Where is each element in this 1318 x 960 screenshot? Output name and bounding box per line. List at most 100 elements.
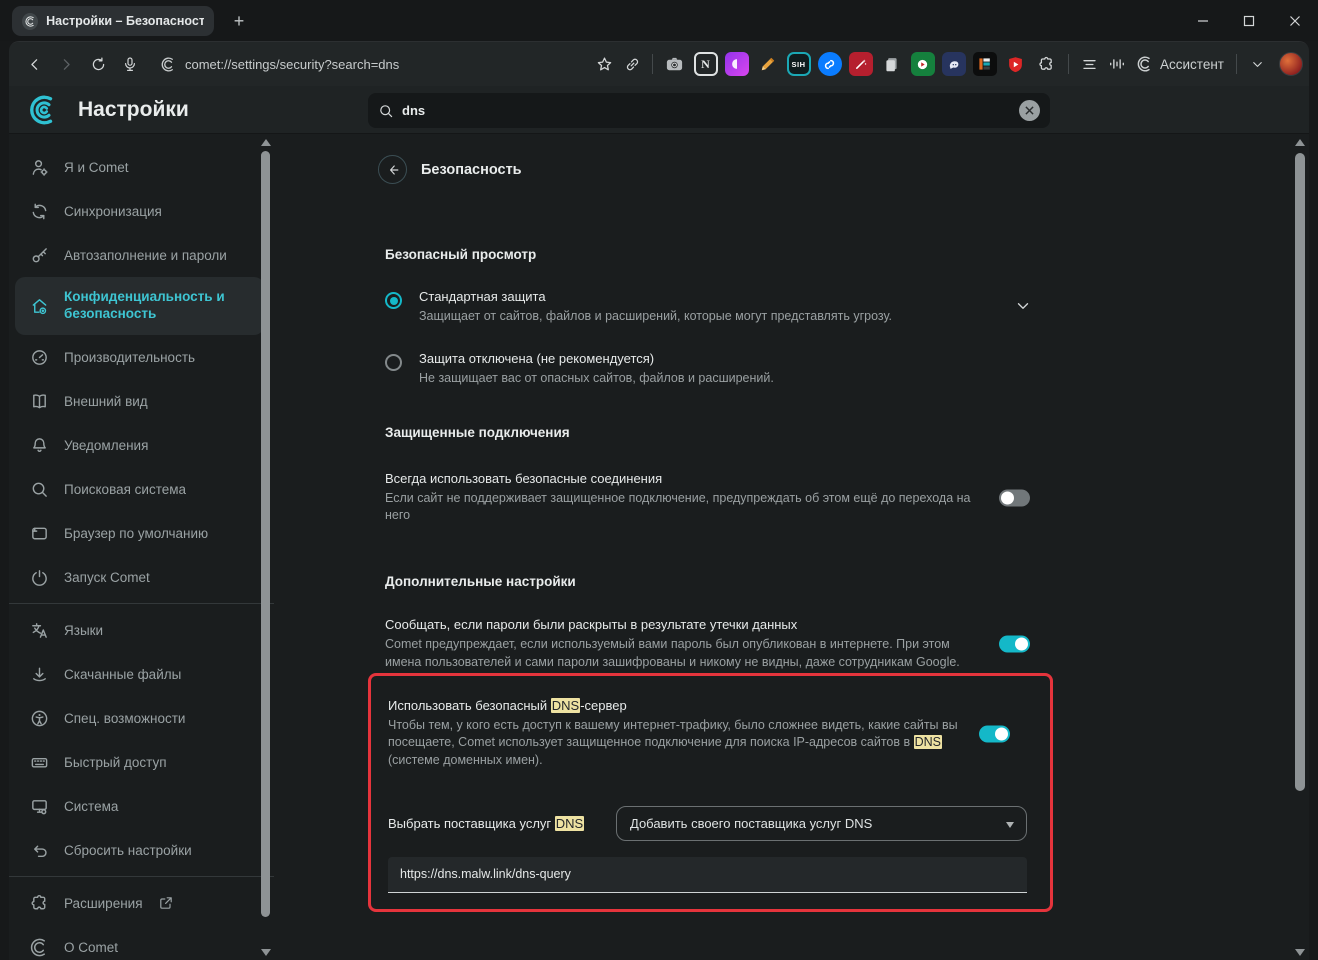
- pencil-icon[interactable]: [756, 52, 780, 76]
- sidebar-item-startup[interactable]: Запуск Comet: [9, 555, 274, 599]
- purple-app-icon[interactable]: [725, 52, 749, 76]
- secure-dns-title: Использовать безопасный DNS-сервер: [388, 698, 988, 713]
- https-only-toggle[interactable]: [999, 489, 1030, 506]
- radio-standard-protection[interactable]: [385, 292, 402, 309]
- window-body: comet://settings/security?search=dns N S…: [9, 41, 1309, 960]
- notion-icon[interactable]: N: [694, 52, 718, 76]
- secure-dns-row: Использовать безопасный DNS-сервер Чтобы…: [371, 698, 1050, 770]
- voice-equalizer-icon[interactable]: [1103, 50, 1131, 78]
- reading-list-icon[interactable]: [1075, 50, 1103, 78]
- settings-content: Я и Comet Синхронизация Автозаполнение и…: [9, 135, 1309, 960]
- standard-protection-title: Стандартная защита: [419, 289, 892, 304]
- sih-icon[interactable]: SIH: [787, 52, 811, 76]
- dns-provider-dropdown[interactable]: Добавить своего поставщика услуг DNS: [616, 806, 1027, 841]
- sidebar-item-notifications[interactable]: Уведомления: [9, 423, 274, 467]
- magic-wand-icon[interactable]: [849, 52, 873, 76]
- copy-link-icon[interactable]: [618, 50, 646, 78]
- back-nav-icon[interactable]: [19, 49, 49, 79]
- bookmark-star-icon[interactable]: [590, 50, 618, 78]
- comet-site-icon: [161, 57, 176, 72]
- settings-search-input[interactable]: [402, 103, 1019, 118]
- scroll-up-arrow-icon[interactable]: [1295, 139, 1305, 146]
- search-icon: [378, 103, 394, 119]
- sidebar-divider: [9, 603, 274, 604]
- sidebar-item-quick-access[interactable]: Быстрый доступ: [9, 740, 274, 784]
- documents-icon[interactable]: [880, 52, 904, 76]
- sidebar-item-autofill-passwords[interactable]: Автозаполнение и пароли: [9, 233, 274, 277]
- title-bar: Настройки – Безопасность +: [0, 0, 1318, 41]
- sidebar-scrollbar-thumb[interactable]: [261, 151, 270, 917]
- https-only-row: Всегда использовать безопасные соединени…: [368, 471, 1056, 526]
- minimize-button[interactable]: [1180, 0, 1226, 41]
- dns-provider-label: Выбрать поставщика услуг DNS: [388, 816, 616, 831]
- dropdown-caret-icon: [1006, 822, 1014, 828]
- dns-provider-selected-value: Добавить своего поставщика услуг DNS: [630, 816, 872, 831]
- sidebar-item-appearance[interactable]: Внешний вид: [9, 379, 274, 423]
- sidebar-item-performance[interactable]: Производительность: [9, 335, 274, 379]
- new-tab-button[interactable]: +: [226, 8, 252, 34]
- sidebar-item-system[interactable]: Система: [9, 784, 274, 828]
- password-leak-desc: Comet предупреждает, если используемый в…: [385, 636, 973, 672]
- maximize-button[interactable]: [1226, 0, 1272, 41]
- chevron-down-icon[interactable]: [1243, 50, 1271, 78]
- secure-dns-toggle[interactable]: [979, 725, 1010, 742]
- settings-search-box[interactable]: [368, 93, 1050, 128]
- microphone-icon[interactable]: [115, 49, 145, 79]
- sidebar-item-reset[interactable]: Сбросить настройки: [9, 828, 274, 872]
- section-advanced: Дополнительные настройки: [368, 574, 1056, 589]
- clear-search-icon[interactable]: [1019, 100, 1040, 121]
- comet-assistant-icon: [1137, 56, 1153, 72]
- main-scrollbar[interactable]: [1294, 137, 1306, 960]
- sidebar-item-about-comet[interactable]: О Comet: [9, 925, 274, 960]
- scroll-up-arrow-icon[interactable]: [261, 139, 271, 146]
- radio-no-protection[interactable]: [385, 354, 402, 371]
- back-button[interactable]: [378, 155, 407, 184]
- url-bar[interactable]: comet://settings/security?search=dns: [161, 57, 399, 72]
- sidebar-item-sync[interactable]: Синхронизация: [9, 189, 274, 233]
- custom-dns-url-input[interactable]: [388, 857, 1027, 893]
- search-match-highlight: DNS: [914, 735, 942, 749]
- profile-avatar[interactable]: [1279, 52, 1303, 76]
- shazam-icon[interactable]: [818, 52, 842, 76]
- toolbar-divider: [1068, 54, 1069, 74]
- forward-nav-icon[interactable]: [51, 49, 81, 79]
- shield-play-icon[interactable]: [1004, 52, 1028, 76]
- password-leak-toggle[interactable]: [999, 636, 1030, 653]
- sidebar-item-accessibility[interactable]: Спец. возможности: [9, 696, 274, 740]
- striped-app-icon[interactable]: [973, 52, 997, 76]
- camera-icon[interactable]: [663, 52, 687, 76]
- reload-icon[interactable]: [83, 49, 113, 79]
- search-match-highlight: DNS: [551, 698, 580, 713]
- close-button[interactable]: [1272, 0, 1318, 41]
- secure-dns-desc: Чтобы тем, у кого есть доступ к вашему и…: [388, 717, 976, 770]
- sidebar-item-default-browser[interactable]: Браузер по умолчанию: [9, 511, 274, 555]
- comet-logo: [28, 95, 58, 125]
- main-scrollbar-thumb[interactable]: [1295, 153, 1305, 791]
- no-protection-option[interactable]: Защита отключена (не рекомендуется) Не з…: [368, 351, 1056, 388]
- scroll-down-arrow-icon[interactable]: [261, 949, 271, 956]
- sidebar-item-downloads[interactable]: Скачанные файлы: [9, 652, 274, 696]
- sidebar-item-extensions[interactable]: Расширения: [9, 881, 274, 925]
- browser-tab[interactable]: Настройки – Безопасность: [12, 6, 214, 36]
- video-play-icon[interactable]: [911, 52, 935, 76]
- chat-app-icon[interactable]: [942, 52, 966, 76]
- settings-sidebar: Я и Comet Синхронизация Автозаполнение и…: [9, 135, 274, 960]
- scroll-down-arrow-icon[interactable]: [1295, 949, 1305, 956]
- browser-window: Настройки – Безопасность + comet://setti…: [0, 0, 1318, 960]
- standard-protection-option[interactable]: Стандартная защита Защищает от сайтов, ф…: [368, 289, 1056, 326]
- sidebar-item-languages[interactable]: Языки: [9, 608, 274, 652]
- url-text[interactable]: comet://settings/security?search=dns: [185, 57, 399, 72]
- sidebar-item-privacy-security[interactable]: Конфиденциальность и безопасность: [15, 277, 264, 335]
- sidebar-scrollbar[interactable]: [260, 137, 271, 960]
- dns-provider-row: Выбрать поставщика услуг DNS Добавить св…: [371, 806, 1050, 841]
- extensions-puzzle-icon[interactable]: [1035, 52, 1059, 76]
- toolbar-divider: [652, 54, 653, 74]
- expand-chevron-icon[interactable]: [1014, 297, 1032, 320]
- security-settings-main: Безопасность Безопасный просмотр Стандар…: [274, 135, 1309, 960]
- section-safe-browsing: Безопасный просмотр: [368, 247, 1056, 262]
- tab-title: Настройки – Безопасность: [46, 14, 204, 28]
- assistant-button[interactable]: Ассистент: [1131, 56, 1230, 72]
- external-link-icon: [158, 895, 174, 911]
- sidebar-item-search-engine[interactable]: Поисковая система: [9, 467, 274, 511]
- sidebar-item-me-and-comet[interactable]: Я и Comet: [9, 145, 274, 189]
